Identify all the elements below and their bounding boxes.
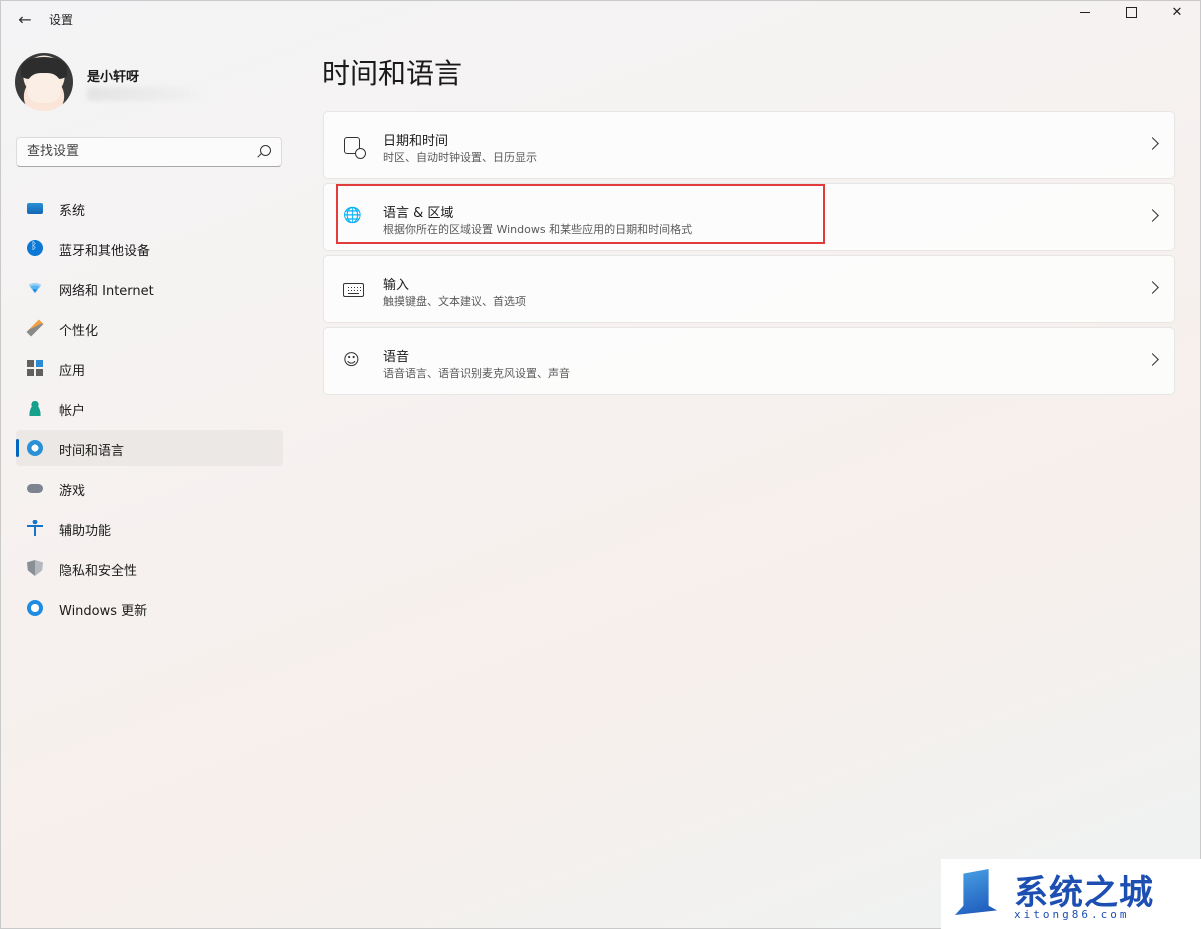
sidebar-item-label: 个性化 (59, 324, 99, 339)
user-name: 是小轩呀 (87, 70, 140, 85)
card-subtitle: 根据你所在的区域设置 Windows 和某些应用的日期和时间格式 (383, 223, 693, 236)
keyboard-icon (343, 283, 364, 297)
search-icon[interactable] (260, 145, 271, 156)
close-button[interactable]: ✕ (1154, 0, 1200, 24)
sidebar-item-time-language[interactable]: 时间和语言 (16, 430, 283, 466)
sidebar-item-gaming[interactable]: 游戏 (16, 470, 283, 506)
chevron-right-icon (1146, 281, 1159, 294)
card-subtitle: 时区、自动时钟设置、日历显示 (383, 151, 537, 164)
sidebar-item-personalization[interactable]: 个性化 (16, 310, 283, 346)
card-title: 语言 & 区域 (383, 206, 454, 221)
language-icon: 🌐 (343, 206, 362, 224)
speech-icon: ☺ (343, 350, 360, 369)
close-icon: ✕ (1171, 4, 1183, 20)
sidebar-item-label: 系统 (59, 204, 86, 219)
apps-icon (27, 360, 43, 376)
sidebar-item-label: 时间和语言 (59, 444, 125, 459)
sidebar-nav: 系统 蓝牙和其他设备 网络和 Internet 个性化 应用 帐户 时间和语言 … (16, 190, 283, 630)
accessibility-icon (27, 520, 43, 536)
system-icon (27, 203, 43, 214)
app-title: 设置 (49, 13, 74, 27)
avatar[interactable] (15, 53, 73, 111)
back-button[interactable]: ← (14, 9, 36, 29)
sidebar-item-system[interactable]: 系统 (16, 190, 283, 226)
watermark: 系统之城 xitong86.com (941, 859, 1201, 929)
watermark-url: xitong86.com (1014, 908, 1130, 921)
bluetooth-icon (27, 240, 43, 256)
sidebar-item-label: 辅助功能 (59, 524, 112, 539)
card-typing[interactable]: 输入 触摸键盘、文本建议、首选项 (323, 255, 1175, 323)
title-bar: ← 设置 ✕ (0, 0, 1201, 38)
search-box[interactable] (16, 137, 282, 167)
time-language-icon (27, 440, 43, 456)
chevron-right-icon (1146, 209, 1159, 222)
card-title: 语音 (383, 350, 410, 365)
card-language-region[interactable]: 🌐 语言 & 区域 根据你所在的区域设置 Windows 和某些应用的日期和时间… (323, 183, 1175, 251)
update-icon (27, 600, 43, 616)
card-subtitle: 触摸键盘、文本建议、首选项 (383, 295, 526, 308)
user-email-redacted (87, 87, 207, 101)
calendar-clock-icon (344, 137, 366, 159)
settings-card-list: 日期和时间 时区、自动时钟设置、日历显示 🌐 语言 & 区域 根据你所在的区域设… (323, 111, 1175, 399)
maximize-button[interactable] (1108, 0, 1154, 24)
back-arrow-icon: ← (18, 9, 32, 29)
search-input[interactable] (27, 144, 247, 159)
sidebar-item-accessibility[interactable]: 辅助功能 (16, 510, 283, 546)
sidebar-item-privacy[interactable]: 隐私和安全性 (16, 550, 283, 586)
minimize-button[interactable] (1062, 0, 1108, 24)
card-subtitle: 语音语言、语音识别麦克风设置、声音 (383, 367, 570, 380)
wifi-icon (27, 283, 43, 293)
minimize-icon (1080, 11, 1090, 13)
sidebar-item-label: 游戏 (59, 484, 86, 499)
card-date-time[interactable]: 日期和时间 时区、自动时钟设置、日历显示 (323, 111, 1175, 179)
card-title: 日期和时间 (383, 134, 449, 149)
watermark-logo-icon (955, 869, 997, 915)
sidebar-item-label: 应用 (59, 364, 86, 379)
account-icon (27, 400, 43, 416)
chevron-right-icon (1146, 137, 1159, 150)
sidebar-item-label: 隐私和安全性 (59, 564, 138, 579)
maximize-icon (1125, 6, 1137, 18)
card-speech[interactable]: ☺ 语音 语音语言、语音识别麦克风设置、声音 (323, 327, 1175, 395)
brush-icon (26, 319, 44, 337)
gamepad-icon (27, 484, 43, 493)
watermark-text: 系统之城 (1014, 873, 1154, 913)
chevron-right-icon (1146, 353, 1159, 366)
sidebar-item-label: Windows 更新 (59, 604, 148, 619)
sidebar-item-label: 网络和 Internet (59, 284, 154, 299)
sidebar-item-apps[interactable]: 应用 (16, 350, 283, 386)
page-title: 时间和语言 (322, 57, 463, 90)
sidebar-item-network[interactable]: 网络和 Internet (16, 270, 283, 306)
sidebar-item-label: 蓝牙和其他设备 (59, 244, 151, 259)
sidebar-item-label: 帐户 (59, 404, 86, 419)
shield-icon (27, 560, 43, 576)
sidebar-item-bluetooth[interactable]: 蓝牙和其他设备 (16, 230, 283, 266)
sidebar-item-windows-update[interactable]: Windows 更新 (16, 590, 283, 626)
sidebar-item-accounts[interactable]: 帐户 (16, 390, 283, 426)
card-title: 输入 (383, 278, 410, 293)
